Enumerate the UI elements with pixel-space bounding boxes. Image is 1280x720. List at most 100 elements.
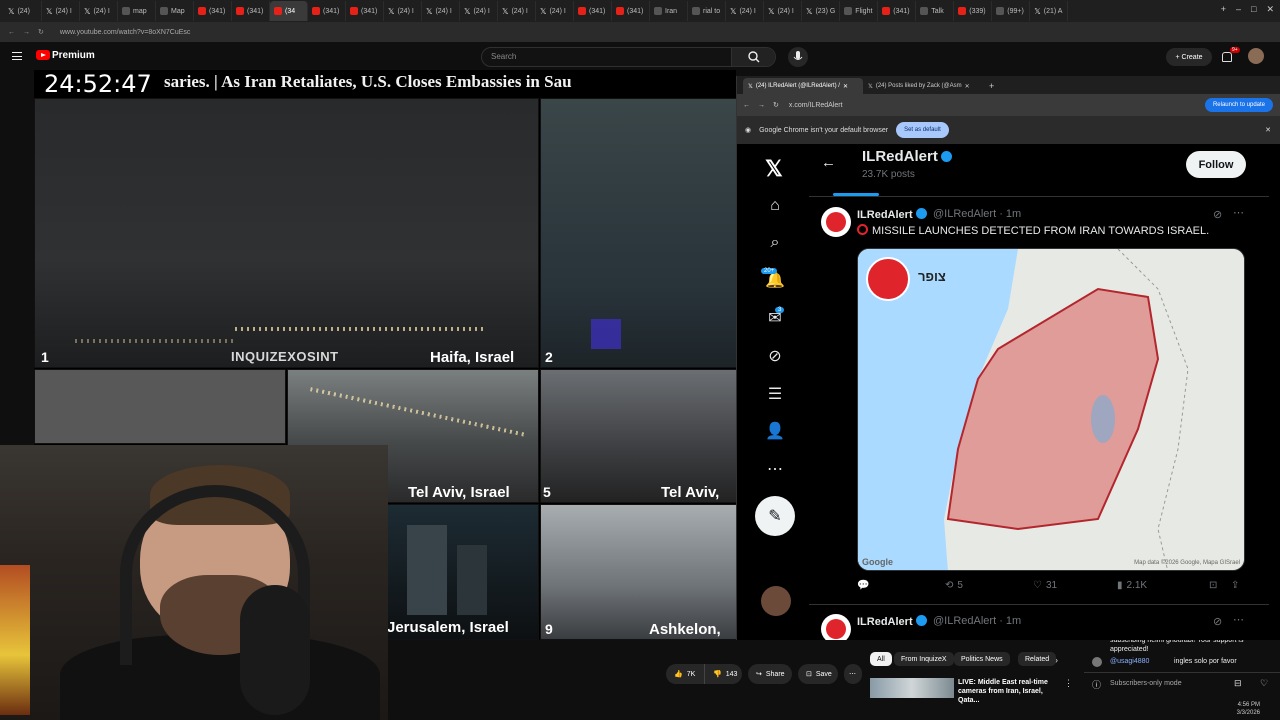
more-icon[interactable]: ⋯ <box>765 460 785 480</box>
views-button[interactable]: ▮ 2.1K <box>1117 580 1147 591</box>
browser-tab[interactable]: Talk <box>916 1 955 21</box>
avatar[interactable] <box>821 207 851 237</box>
browser-tab[interactable]: 𝕏 (23) G <box>802 1 841 21</box>
forward-icon[interactable]: → <box>23 29 30 36</box>
more-actions-button[interactable]: ⋯ <box>844 664 862 684</box>
membership-icon[interactable]: ⊟ <box>1234 678 1242 689</box>
browser-tab[interactable]: rial to <box>688 1 726 21</box>
grok-post-icon[interactable]: ⊘ <box>1213 615 1222 628</box>
chat-username[interactable]: @usagi4880 <box>1110 658 1149 665</box>
relaunch-button[interactable]: Relaunch to update <box>1204 98 1273 112</box>
post-map-image[interactable]: צופר Google Map data ©2026 Google, Mapa … <box>857 248 1245 571</box>
create-button[interactable]: + Create <box>1166 48 1212 66</box>
set-default-button[interactable]: Set as default <box>896 122 949 138</box>
browser-tab[interactable]: 𝕏 (24) I <box>384 1 422 21</box>
close-icon[interactable]: ✕ <box>965 83 970 90</box>
dislike-button[interactable]: 👎 143 <box>704 664 742 684</box>
grok-icon[interactable]: ⊘ <box>765 347 785 367</box>
browser-tab[interactable]: (341) <box>194 1 232 21</box>
browser-tab[interactable]: Flight <box>840 1 879 21</box>
profile-icon[interactable]: 👤 <box>765 422 785 442</box>
browser-tab[interactable]: (99+) <box>992 1 1031 21</box>
minimize-icon[interactable]: – <box>1236 4 1241 15</box>
like-button[interactable]: 👍 7K <box>666 664 704 684</box>
url-field[interactable]: x.com/ILRedAlert <box>789 102 843 109</box>
browser-tab[interactable]: 𝕏 (24) I <box>42 1 80 21</box>
new-tab-button[interactable]: + <box>1221 4 1226 15</box>
youtube-logo-icon[interactable] <box>36 50 50 60</box>
browser-tab[interactable]: (341) <box>574 1 612 21</box>
browser-tab[interactable]: 𝕏 (21) A <box>1030 1 1069 21</box>
post-handle[interactable]: @ILRedAlert · 1m <box>933 615 1021 627</box>
more-vert-icon[interactable]: ⋮ <box>1064 678 1073 689</box>
home-icon[interactable]: ⌂ <box>765 196 785 216</box>
search-input[interactable]: Search <box>481 47 776 67</box>
voice-search-button[interactable] <box>788 47 808 67</box>
browser-tab[interactable]: map <box>118 1 156 21</box>
maximize-icon[interactable]: □ <box>1251 4 1256 15</box>
browser-tab[interactable]: (341) <box>308 1 346 21</box>
url-field[interactable]: www.youtube.com/watch?v=8oXN7CuEsc <box>60 29 191 36</box>
share-button[interactable]: ⇪ <box>1231 580 1239 591</box>
notifications-bell-icon[interactable] <box>1222 52 1232 62</box>
back-icon[interactable]: ← <box>8 29 15 36</box>
browser-tab[interactable]: (341) <box>612 1 650 21</box>
recommended-thumbnail[interactable] <box>870 678 954 698</box>
browser-tab[interactable]: (341) <box>878 1 917 21</box>
filter-chip[interactable]: All <box>870 652 892 666</box>
reload-icon[interactable]: ↻ <box>773 101 779 109</box>
avatar[interactable] <box>1248 48 1264 64</box>
share-button[interactable]: ↪ Share <box>748 664 792 684</box>
x-logo-icon[interactable]: 𝕏 <box>765 156 783 182</box>
post-author[interactable]: ILRedAlert <box>857 615 927 628</box>
more-options-icon[interactable]: ⋯ <box>1233 613 1244 626</box>
browser-tab[interactable]: 𝕏 (24) I <box>764 1 802 21</box>
notifications-icon[interactable]: 🔔 <box>765 271 785 291</box>
browser-tab[interactable]: 𝕏 (24) <box>4 1 42 21</box>
close-icon[interactable]: ✕ <box>843 83 848 90</box>
browser-tab[interactable]: Map <box>156 1 194 21</box>
browser-tab[interactable]: 𝕏 (24) I <box>536 1 574 21</box>
close-window-icon[interactable]: ✕ <box>1266 4 1274 15</box>
avatar[interactable] <box>761 586 791 616</box>
back-icon[interactable]: ← <box>743 102 750 109</box>
filter-chip[interactable]: Related <box>1018 652 1057 666</box>
new-tab-button[interactable]: + <box>983 81 1000 94</box>
close-icon[interactable]: ✕ <box>1265 126 1271 134</box>
lists-icon[interactable]: ☰ <box>765 385 785 405</box>
reply-button[interactable]: 💬 <box>857 580 873 591</box>
browser-tab[interactable]: (339) <box>954 1 993 21</box>
repost-button[interactable]: ⟲ 5 <box>945 580 963 591</box>
x-tab-active[interactable]: 𝕏 (24) ILRedAlert (@ILRedAlert) / ✕ <box>743 78 863 94</box>
menu-icon[interactable] <box>12 52 22 60</box>
browser-tab[interactable]: 𝕏 (24) I <box>498 1 536 21</box>
filter-chip[interactable]: Politics News <box>954 652 1010 666</box>
back-arrow-icon[interactable]: ← <box>821 154 836 171</box>
grok-post-icon[interactable]: ⊘ <box>1213 208 1222 221</box>
browser-tab[interactable]: 𝕏 (24) I <box>460 1 498 21</box>
avatar[interactable] <box>821 614 851 640</box>
heart-icon[interactable]: ♡ <box>1260 678 1268 689</box>
browser-tab[interactable]: Iran <box>650 1 688 21</box>
follow-button[interactable]: Follow <box>1186 151 1246 178</box>
like-button[interactable]: ♡ 31 <box>1033 580 1057 591</box>
post-button[interactable]: ✎ <box>755 496 795 536</box>
browser-tab[interactable]: (341) <box>232 1 270 21</box>
post-author[interactable]: ILRedAlert <box>857 208 927 221</box>
browser-tab[interactable]: 𝕏 (24) I <box>422 1 460 21</box>
browser-tab[interactable]: (34 <box>270 1 308 21</box>
post-handle[interactable]: @ILRedAlert · 1m <box>933 208 1021 220</box>
save-button[interactable]: ⊡ Save <box>798 664 838 684</box>
browser-tab[interactable]: (341) <box>346 1 384 21</box>
forward-icon[interactable]: → <box>758 102 765 109</box>
x-tab-likes[interactable]: 𝕏 (24) Posts liked by Zack (@Asm ✕ <box>863 78 983 94</box>
reload-icon[interactable]: ↻ <box>38 28 44 36</box>
search-button[interactable] <box>731 48 775 66</box>
more-options-icon[interactable]: ⋯ <box>1233 206 1244 219</box>
search-icon[interactable]: ⌕ <box>765 233 785 253</box>
recommended-title[interactable]: LIVE: Middle East real-time cameras from… <box>958 678 1062 705</box>
filter-chip[interactable]: From InquizeX <box>894 652 954 666</box>
browser-tab[interactable]: 𝕏 (24) I <box>80 1 118 21</box>
browser-tab[interactable]: 𝕏 (24) I <box>726 1 764 21</box>
bookmark-button[interactable]: ⊡ <box>1209 580 1217 591</box>
